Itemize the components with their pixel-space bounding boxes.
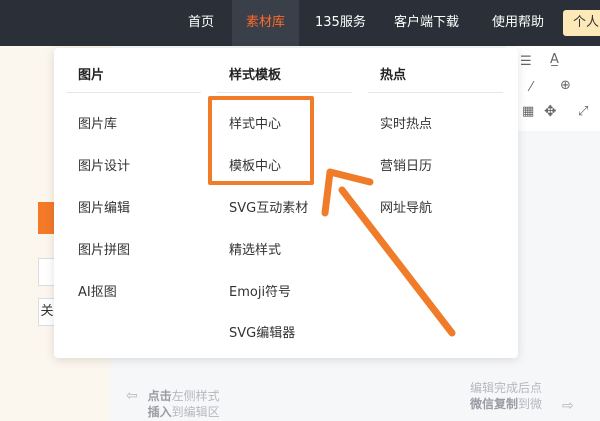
link-svg-interactive[interactable]: SVG互动素材 [229,197,308,216]
personal-button[interactable]: 个人 [563,10,600,36]
link-emoji-symbols[interactable]: Emoji符号 [229,281,291,300]
text-style-icon[interactable]: A̲ [550,52,559,67]
nav-135-service[interactable]: 135服务 [315,0,366,46]
link-image-edit[interactable]: 图片编辑 [78,197,130,216]
link-image-collage[interactable]: 图片拼图 [78,239,130,258]
hint-left-text-1: 左侧样式 [171,389,220,403]
hint-left-text-2: 到编辑区 [171,405,220,419]
link-image-library[interactable]: 图片库 [78,113,117,132]
column-heading-style-templates: 样式模板 [229,68,282,83]
column-heading-images: 图片 [78,68,105,83]
link-featured-styles[interactable]: 精选样式 [229,239,281,258]
nav-home[interactable]: 首页 [188,0,214,46]
hint-left: ⇦ 点击左侧样式 插入到编辑区 [126,388,220,420]
nav-help[interactable]: 使用帮助 [492,0,544,46]
grid-icon[interactable]: ▦ [522,104,534,119]
link-marketing-calendar[interactable]: 营销日历 [380,155,432,174]
move-icon[interactable]: ✥ [544,102,557,120]
hint-right-bold: 微信复制 [470,397,519,411]
annotation-highlight-box [208,96,314,185]
magic-wand-icon[interactable]: ⁄ [530,80,532,95]
hint-left-bold-1: 点击 [147,389,172,403]
top-nav-bar: 首页 素材库 135服务 客户端下载 使用帮助 个人 [0,0,600,46]
hint-right-text-2: 到微 [518,397,543,411]
link-svg-editor[interactable]: SVG编辑器 [229,322,295,341]
column-heading-hotspots: 热点 [380,68,407,83]
link-realtime-hotspots[interactable]: 实时热点 [380,113,432,132]
nav-materials[interactable]: 素材库 [232,0,300,46]
hint-left-bold-2: 插入 [147,405,172,419]
hint-right-text-1: 编辑完成后点 [470,381,543,395]
nav-client-download[interactable]: 客户端下载 [394,0,459,46]
hint-right: 编辑完成后点 微信复制到微 [470,380,542,412]
link-image-design[interactable]: 图片设计 [78,155,130,174]
side-tab[interactable] [38,202,54,234]
arrow-left-icon: ⇦ [126,388,138,404]
link-url-navigation[interactable]: 网址导航 [380,197,432,216]
heading-divider [368,92,503,93]
zoom-icon[interactable]: ⊕ [560,78,571,93]
expand-icon[interactable]: ⤢ [578,104,588,119]
materials-dropdown-menu: 图片 样式模板 热点 图片库 图片设计 图片编辑 图片拼图 AI抠图 样式中心 … [54,48,518,358]
heading-divider [66,92,201,93]
arrow-right-icon: ⇨ [562,398,574,414]
heading-divider [217,92,352,93]
align-icon[interactable]: ☰ [520,54,532,69]
link-ai-cutout[interactable]: AI抠图 [78,281,117,300]
